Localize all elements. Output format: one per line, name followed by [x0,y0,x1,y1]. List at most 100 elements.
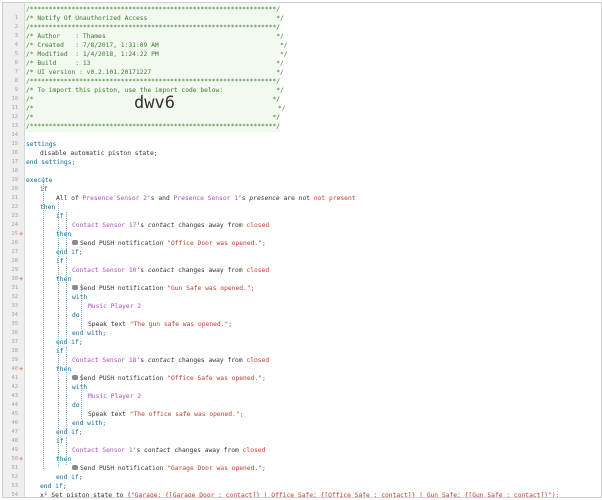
code-text: 's [132,447,145,454]
code-line: 47 end with; [3,419,601,435]
code-text: contact [147,357,175,364]
keyword: end if; [56,339,83,346]
device-name: Contact Sensor 17 [72,222,137,229]
code-text: Set piston state to [51,492,128,498]
code-text: 's [238,195,250,202]
comment-text: /* Notify Of Unauthorized Access */ [26,15,284,22]
keyword: do [72,402,80,409]
device-name: Presence Sensor 2 [82,195,147,202]
if-indent-guide [66,437,67,465]
keyword: end with; [72,330,107,337]
code-text: presence [249,195,280,202]
code-text: 's [136,357,148,364]
code-text: 's and [147,195,174,202]
code-line: 34 Music Player 2 [3,302,601,318]
code-line: 23 then [3,203,601,219]
code-line: 53 end if; [3,473,601,489]
code-text: All of [56,195,83,202]
code-line: 28 end if; [3,248,601,264]
code-line: 40 + Contact Sensor 18's contact changes a… [3,356,601,373]
then-indent-guide [58,202,59,467]
code-line: 3/**************************************… [3,23,601,39]
code-text: Speak text [88,411,130,418]
code-line: 11/* */ [3,95,601,111]
code-line: 36 Speak text "The gun safe was opened."; [3,320,601,336]
comment-text: /***************************************… [26,24,281,31]
code-text: disable automatic piston state; [40,150,158,157]
keyword: settings [26,141,57,148]
code-text: contact [144,447,171,454]
code-line: 8/* UI version : v0.2.101.20171227 */ [3,68,601,84]
code-line: 33 with [3,293,601,309]
code-line: 38 end if; [3,338,601,354]
if-indent-guide [66,257,67,339]
code-text: Send PUSH notification [80,375,168,382]
code-line: 31 then [3,275,601,291]
code-text: contact [147,267,175,274]
string-literal: "The gun safe was opened."; [129,321,233,328]
string-literal: "Garage Door was opened."; [167,465,266,472]
code-line: 6/* Modified : 1/4/2018, 1:24:22 PM */ [3,50,601,66]
code-line: 41 then [3,365,601,381]
code-line: 15 [3,131,601,147]
keyword: end if; [56,249,83,256]
code-line: 7/* Build : 13 */ [3,59,601,75]
code-text: 's [136,267,148,274]
import-code: dwv6 [134,93,175,113]
notification-icon [72,374,78,380]
keyword: with [72,294,88,301]
device-name: Contact Sensor 10 [72,267,137,274]
string-literal: "The office safe was opened."; [129,411,244,418]
string-literal: "Office Safe was opened."; [167,375,266,382]
code-text: closed [246,222,270,229]
code-text: closed [242,447,266,454]
code-line: 10/* To import this piston, use the impo… [3,86,601,102]
device-name: Music Player 2 [88,393,142,400]
code-line: 25 + Contact Sensor 17's contact changes a… [3,221,601,238]
code-text: changes away from [174,267,247,274]
code-line: 54 end if; [3,482,601,497]
execute-indent-guide [43,177,44,469]
code-line: 32 Send PUSH notification "Gun Safe was o… [3,284,601,300]
code-line: 42 Send PUSH notification "Office Safe wa… [3,374,601,390]
code-line: 17 disable automatic piston state; [3,149,601,165]
keyword: execute [26,177,53,184]
code-line: 43 with [3,383,601,399]
device-name: Contact Sensor 18 [72,357,137,364]
code-text: x² [40,492,48,498]
code-line: 44 Music Player 2 [3,392,601,408]
device-name: Music Player 2 [88,303,142,310]
if-indent-guide [66,212,67,249]
notification-icon [72,464,78,470]
comment-text: /* Author : Thames */ [26,33,284,40]
code-line: 52 Send PUSH notification "Garage Door wa… [3,464,601,480]
comment-text: /* */ [26,114,281,121]
device-name: Contact Sensor 1 [72,447,133,454]
code-line: 24 if [3,212,601,228]
code-text: Send PUSH notification [80,285,168,292]
code-text: contact [147,222,175,229]
code-text: changes away from [174,357,247,364]
keyword: end settings; [26,159,76,166]
code-line: 51 then [3,455,601,471]
code-line: 50 + Contact Sensor 1's contact changes aw… [3,446,601,463]
code-line: 45 do [3,401,601,417]
code-line: 29 if [3,257,601,273]
comment-text: /***************************************… [26,6,281,13]
comment-text: */ [278,105,286,112]
notification-icon [72,284,78,290]
comment-text: /* Build : 13 */ [26,60,284,67]
keyword: end if; [40,483,67,490]
comment-text: /* UI version : v0.2.101.20171227 */ [26,69,284,76]
code-line: 20 execute [3,176,601,192]
code-line: 22 All of Presence Sensor 2's and Presenc… [3,194,601,210]
code-text: changes away from [170,447,243,454]
keyword: with [72,384,88,391]
device-name: Presence Sensor 1 [173,195,238,202]
code-line: 12/* dwv6 */ [3,95,601,121]
code-line: 19 [3,167,601,183]
code-text: Speak text [88,321,130,328]
keyword: do [72,312,80,319]
code-line: 26 then [3,230,601,246]
code-text: closed [246,357,270,364]
